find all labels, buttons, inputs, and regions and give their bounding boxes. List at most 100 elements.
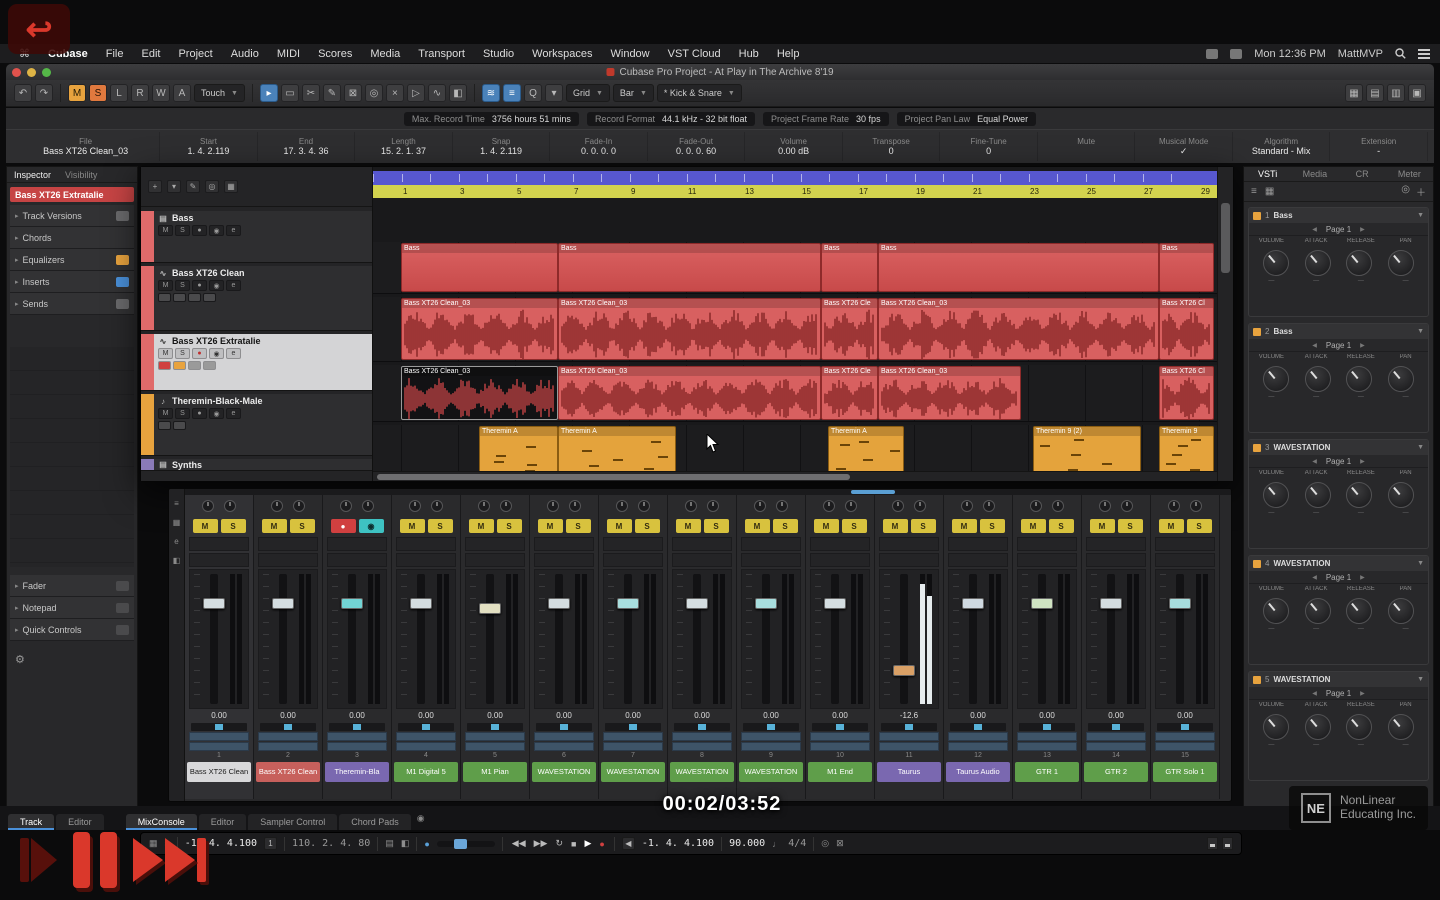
color-tool[interactable]: ◧ [449,84,467,102]
insert-slot[interactable] [327,553,387,567]
clip-bass-xt26-cl[interactable]: Bass XT26 Cl [1159,366,1214,420]
forward-button[interactable]: ▶▶ [532,838,550,849]
fader-track[interactable] [210,574,218,704]
quick-control-knob-attack[interactable] [1305,482,1331,508]
info-field-transpose[interactable]: Transpose0 [843,132,941,161]
routing-slot[interactable] [672,537,732,551]
solo-button[interactable]: S [773,519,798,533]
record-arm-button[interactable]: ● [331,519,356,533]
pan-knob[interactable] [707,500,719,512]
pan-control[interactable] [605,723,661,731]
send-slot[interactable] [396,742,456,751]
vsti-tool-1[interactable]: ▦ [1265,186,1274,197]
menu-item-edit[interactable]: Edit [132,48,169,60]
keyboard-icon[interactable]: ▤ [385,838,394,849]
tab-chord-pads-3[interactable]: Chord Pads [339,814,411,830]
quick-control-knob-attack[interactable] [1305,250,1331,276]
show-left-zone-button[interactable]: ▦ [1345,84,1363,102]
insert-indicator[interactable] [203,361,216,370]
mute-button[interactable]: M [158,348,173,359]
quick-control-knob-attack[interactable] [1305,366,1331,392]
track-row-bass-xt26-clean[interactable]: ∿Bass XT26 CleanMS●◉e [141,266,372,331]
channel-name[interactable]: Bass XT26 Clean [187,762,251,782]
solo-button[interactable]: S [175,280,190,291]
clip-bass-xt26-clean-03[interactable]: Bass XT26 Clean_03 [878,366,1021,420]
mixer-channel-12[interactable]: MS0.0012Taurus Audio [944,495,1013,799]
send-slot[interactable] [1155,732,1215,741]
info-field-snap[interactable]: Snap1. 4. 2.119 [453,132,551,161]
snap-button[interactable]: ≡ [503,84,521,102]
clip-bass-xt26-clean-03[interactable]: Bass XT26 Clean_03 [558,298,821,360]
chevron-down-icon[interactable]: ▼ [1417,676,1424,683]
solo-button[interactable]: S [175,408,190,419]
gain-knob[interactable] [478,500,490,512]
solo-button[interactable]: S [290,519,315,533]
pan-control[interactable] [260,723,316,731]
send-slot[interactable] [741,732,801,741]
mixer-channel-2[interactable]: MS0.002Bass XT26 Clean [254,495,323,799]
routing-slot[interactable] [465,537,525,551]
send-slot[interactable] [810,732,870,741]
insert-slot[interactable] [1155,553,1215,567]
mute-button[interactable]: M [158,225,173,236]
routing-slot[interactable] [879,537,939,551]
inspector-section-track-versions[interactable]: ▸Track Versions [10,205,134,227]
mute-button[interactable]: M [158,280,173,291]
automation-read-button[interactable]: R [131,84,149,102]
fader-cap[interactable] [1031,598,1053,609]
time-signature-display[interactable]: 4/4 [788,838,806,849]
gain-knob[interactable] [1030,500,1042,512]
fader-cap[interactable] [1100,598,1122,609]
chevron-down-icon[interactable]: ▼ [1417,560,1424,567]
chevron-down-icon[interactable]: ▼ [1417,212,1424,219]
mute-button[interactable]: M [745,519,770,533]
info-field-mute[interactable]: Mute [1038,132,1136,161]
insert-slot[interactable] [672,553,732,567]
fader-track[interactable] [279,574,287,704]
gain-knob[interactable] [823,500,835,512]
inspector-tab-inspector[interactable]: Inspector [7,168,58,182]
menu-user[interactable]: MattMVP [1338,48,1383,60]
clip-bass-xt26-cl[interactable]: Bass XT26 Cl [1159,298,1214,360]
routing-slot[interactable] [396,537,456,551]
page-next-icon[interactable]: ▶ [1360,342,1365,349]
vsti-tab-media[interactable]: Media [1291,169,1338,179]
cycle-button[interactable]: ↻ [553,838,565,849]
channel-name[interactable]: M1 End [808,762,872,782]
pan-knob[interactable] [362,500,374,512]
page-prev-icon[interactable]: ◀ [1312,458,1317,465]
shuttle-slider[interactable] [437,841,495,847]
vsti-rack-5[interactable]: 5WAVESTATION▼◀Page 1▶VOLUMEATTACKRELEASE… [1248,671,1429,781]
channel-name[interactable]: GTR 2 [1084,762,1148,782]
routing-slot[interactable] [948,537,1008,551]
solo-button[interactable]: S [175,225,190,236]
redo-button[interactable]: ↷ [35,84,53,102]
solo-button[interactable]: S [1118,519,1143,533]
insert-indicator[interactable] [158,361,171,370]
gain-knob[interactable] [271,500,283,512]
pan-control[interactable] [812,723,868,731]
send-slot[interactable] [603,732,663,741]
gain-knob[interactable] [616,500,628,512]
send-slot[interactable] [672,742,732,751]
quick-control-knob-volume[interactable] [1263,482,1289,508]
mixer-tool-2[interactable]: e [174,537,178,546]
inspector-settings-gear-icon[interactable]: ⚙ [15,653,25,666]
quick-control-knob-volume[interactable] [1263,250,1289,276]
rewind-button[interactable]: ◀◀ [510,838,528,849]
video-pause-button[interactable] [73,832,117,888]
monitor-button[interactable]: ◉ [209,408,224,419]
fader-cap[interactable] [962,598,984,609]
menu-item-workspaces[interactable]: Workspaces [523,48,601,60]
pan-control[interactable] [467,723,523,731]
page-next-icon[interactable]: ▶ [1360,226,1365,233]
chevron-down-icon[interactable]: ▼ [1417,328,1424,335]
fader-cap[interactable] [824,598,846,609]
insert-indicator[interactable] [188,293,201,302]
gain-knob[interactable] [685,500,697,512]
gain-knob[interactable] [547,500,559,512]
clip-bass-xt26-clean-03[interactable]: Bass XT26 Clean_03 [401,298,558,360]
pan-knob[interactable] [224,500,236,512]
page-next-icon[interactable]: ▶ [1360,458,1365,465]
quick-control-knob-pan[interactable] [1388,250,1414,276]
